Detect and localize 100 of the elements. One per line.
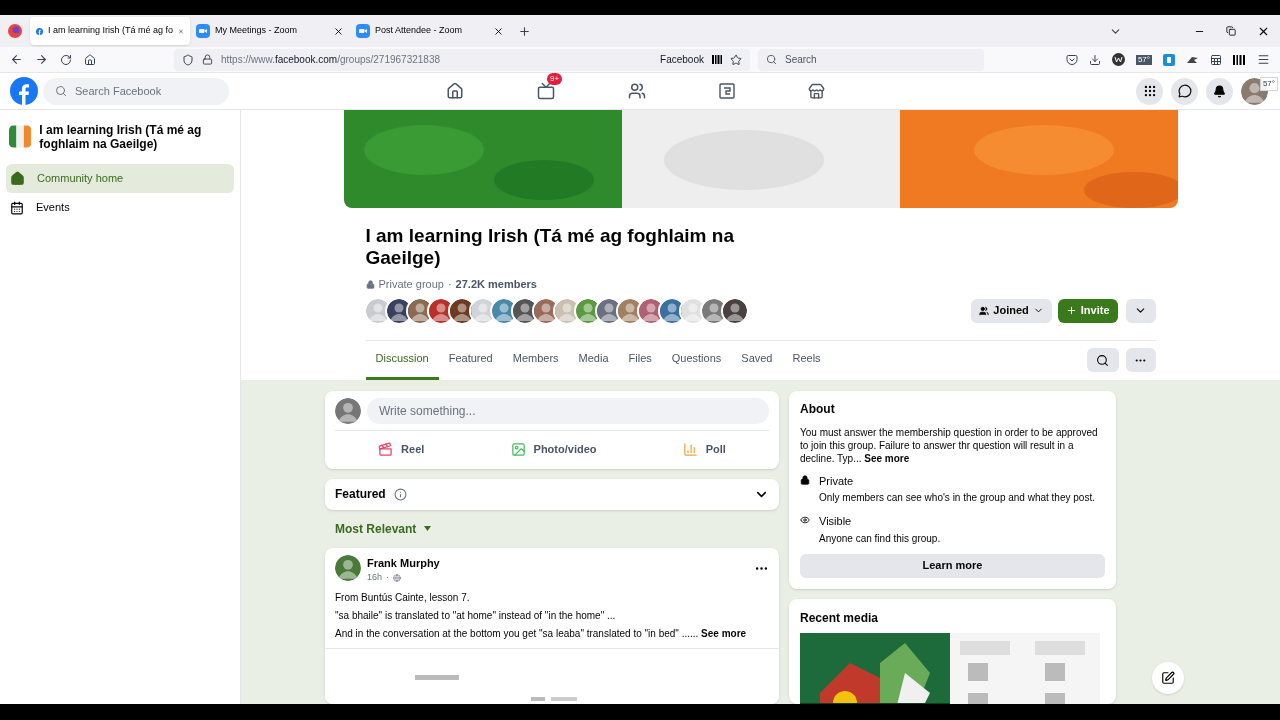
group-tab[interactable]: Media — [568, 340, 619, 380]
group-tab[interactable]: Files — [618, 340, 662, 380]
download-icon[interactable] — [1088, 53, 1101, 66]
restore-icon[interactable] — [1226, 26, 1236, 36]
pocket-icon[interactable] — [1065, 53, 1078, 66]
caret-icon — [424, 526, 432, 531]
composer-action[interactable]: Reel — [370, 437, 433, 462]
info-text: Anyone can find this group. — [819, 531, 941, 546]
tab-title: Post Attendee - Zoom — [375, 24, 464, 38]
video-icon[interactable] — [537, 82, 555, 100]
featured-title: Featured — [335, 486, 386, 503]
apps-button[interactable] — [1136, 77, 1163, 105]
composer-action[interactable]: Poll — [674, 437, 734, 462]
lock-icon — [800, 474, 810, 485]
search-icon — [1096, 353, 1109, 367]
plus-icon — [1065, 305, 1077, 316]
clapperboard-icon — [378, 442, 394, 457]
notification-badge: 9+ — [547, 73, 563, 85]
bar-chart-icon — [682, 442, 698, 457]
post-text: From Buntús Cainte, lesson 7. — [335, 590, 471, 605]
sort-dropdown[interactable]: Most Relevant — [335, 519, 432, 538]
search-icon — [766, 54, 777, 65]
extension-icon[interactable] — [1111, 53, 1125, 66]
post-input[interactable]: Write something... — [367, 397, 769, 424]
close-icon[interactable] — [333, 25, 344, 37]
grid-icon — [1142, 84, 1157, 98]
sidebar-item[interactable]: Events — [6, 193, 234, 222]
reload-icon[interactable] — [60, 53, 72, 66]
barcode-icon — [712, 55, 722, 64]
video-camera-icon — [196, 24, 210, 38]
bird-icon[interactable] — [1186, 54, 1199, 65]
tab-title: I am learning Irish (Tá mé ag fo — [48, 24, 174, 38]
address-bar[interactable]: https://www.facebook.com/groups/271967321838 Facebook — [174, 48, 750, 71]
learn-more-button[interactable]: Learn more — [800, 553, 1105, 578]
about-title: About — [800, 400, 836, 418]
lock-icon — [365, 279, 375, 289]
url-text: https://www.facebook.com/groups/271967321838 — [221, 53, 441, 67]
compose-button[interactable] — [1152, 662, 1184, 694]
home-icon — [10, 171, 25, 186]
notifications-button[interactable] — [1206, 77, 1233, 105]
menu-icon[interactable] — [1257, 53, 1270, 66]
barcode-icon[interactable] — [1233, 54, 1246, 65]
browser-tab[interactable]: I am learning Irish (Tá mé ag fo — [30, 17, 190, 45]
post-text: "sa bhaile" is translated to "at home" instead of "in the home" ... — [335, 608, 617, 623]
author-name[interactable]: Frank Murphy — [367, 554, 748, 571]
featured-card[interactable]: Featured — [325, 478, 779, 510]
eye-icon — [800, 515, 810, 525]
search-button[interactable] — [1086, 348, 1119, 372]
video-camera-icon — [356, 24, 370, 38]
bell-icon — [1213, 84, 1226, 98]
group-tab[interactable]: Members — [502, 340, 569, 380]
search-field[interactable]: Search — [758, 48, 984, 71]
group-tab[interactable]: Featured — [438, 340, 503, 380]
info-title: Visible — [819, 514, 853, 529]
separator-dot: · — [386, 571, 390, 584]
post-time: 16h — [367, 571, 383, 584]
composer-action[interactable]: Photo/video — [502, 437, 605, 462]
home-icon[interactable] — [84, 53, 96, 66]
member-count: 27.2K members — [455, 277, 537, 292]
globe-icon — [393, 573, 402, 582]
info-text: Only members can see who's in the group and what they post. — [819, 491, 1095, 505]
new-tab-icon[interactable] — [518, 24, 531, 38]
search-placeholder: Search Facebook — [75, 83, 162, 99]
group-tab[interactable]: Reels — [782, 340, 831, 380]
invite-button[interactable]: Invite — [1057, 298, 1118, 323]
compose-icon — [1161, 671, 1175, 685]
group-tab[interactable]: Questions — [661, 340, 732, 380]
back-icon[interactable] — [10, 53, 23, 66]
shield-icon — [182, 53, 194, 66]
reader-icon[interactable] — [1210, 53, 1222, 66]
joined-button[interactable]: Joined — [971, 298, 1052, 323]
weather-badge[interactable]: 57° — [1135, 54, 1152, 65]
forward-icon[interactable] — [35, 53, 48, 66]
privacy-text: Private group — [378, 277, 444, 292]
lock-icon — [202, 54, 213, 65]
messenger-icon — [1177, 84, 1192, 98]
people-icon — [979, 305, 990, 316]
sidebar-item[interactable]: Community home — [6, 164, 234, 193]
group-title: I am learning Irish (Tá mé ag foghlaim na Gaeilge) — [365, 225, 735, 269]
browser-tab[interactable]: Post Attendee - Zoom — [350, 17, 510, 45]
messenger-button[interactable] — [1171, 77, 1198, 105]
search-field[interactable]: Search Facebook — [43, 77, 229, 105]
info-title: Private — [819, 473, 855, 489]
browser-logo-icon[interactable] — [8, 24, 22, 38]
facebook-logo-icon[interactable] — [10, 77, 38, 105]
recent-media-title: Recent media — [800, 609, 880, 627]
gaming-icon[interactable] — [719, 83, 735, 99]
photo-icon — [510, 442, 526, 457]
home-icon[interactable] — [446, 82, 464, 100]
info-icon[interactable] — [393, 487, 407, 501]
group-tab[interactable]: Saved — [731, 340, 783, 380]
groups-icon[interactable] — [628, 82, 646, 100]
about-description: You must answer the membership question in order to be approved to join this group. Failure to answer thr question will result in a decline. Typ... See more — [800, 425, 1099, 465]
browser-tab[interactable]: My Meetings - Zoom — [190, 17, 350, 45]
separator-dot: · — [447, 277, 452, 292]
search-placeholder: Search — [785, 53, 817, 67]
bookmark-star-icon[interactable] — [730, 53, 742, 66]
close-icon[interactable] — [493, 25, 504, 37]
group-name: I am learning Irish (Tá mé ag foghlaim na Gaeilge) — [39, 122, 203, 151]
tab-title: My Meetings - Zoom — [215, 24, 299, 38]
